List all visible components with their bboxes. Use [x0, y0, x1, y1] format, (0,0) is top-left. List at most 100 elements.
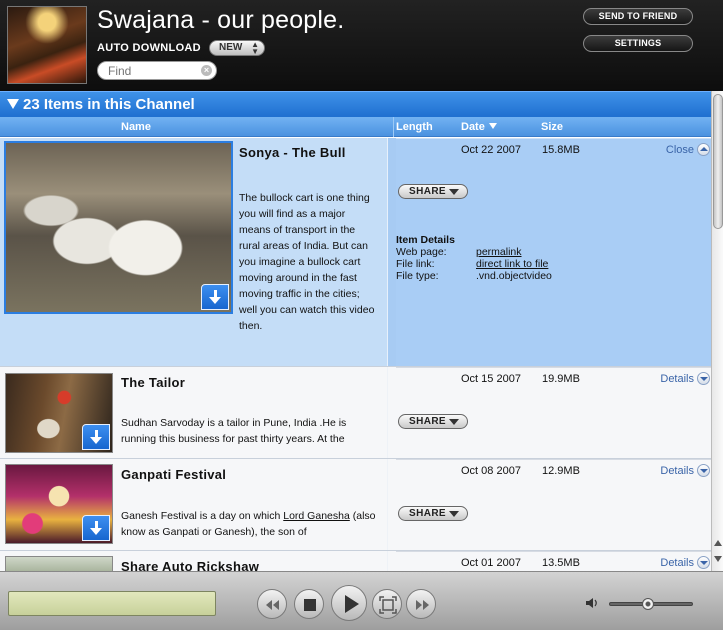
detail-web-page: Web page: permalink	[396, 246, 522, 258]
rewind-button[interactable]	[257, 589, 287, 619]
item-title[interactable]: The Tailor	[121, 375, 185, 390]
column-divider	[387, 138, 388, 366]
item-description: The bullock cart is one thing you will f…	[239, 192, 375, 332]
clear-search-icon[interactable]: ×	[201, 65, 212, 76]
channel-title: Swajana - our people.	[97, 6, 345, 34]
column-header-name[interactable]: Name	[121, 121, 151, 133]
auto-download-select[interactable]: NEW ▲ ▼	[209, 40, 265, 56]
column-divider	[387, 367, 388, 458]
detail-file-link: File link: direct link to file	[396, 258, 548, 270]
chevron-down-icon	[697, 556, 710, 569]
item-size: 12.9MB	[542, 465, 580, 477]
stop-icon	[304, 599, 316, 611]
share-button[interactable]: SHARE	[398, 184, 468, 199]
volume-slider[interactable]	[609, 598, 693, 610]
chevron-down-icon	[697, 372, 710, 385]
search-box[interactable]: ×	[97, 61, 217, 80]
item-date: Oct 15 2007	[461, 373, 521, 385]
channel-items-bar[interactable]: 23 Items in this Channel	[0, 91, 711, 117]
channel-thumbnail	[7, 6, 87, 84]
item-date: Oct 22 2007	[461, 144, 521, 156]
fast-forward-button[interactable]	[406, 589, 436, 619]
detail-label: File link:	[396, 258, 435, 270]
list-item[interactable]: Sonya - The Bull The bullock cart is one…	[0, 138, 711, 367]
column-header-size[interactable]: Size	[541, 121, 563, 133]
item-size: 13.5MB	[542, 557, 580, 569]
item-meta: Oct 15 2007 19.9MB Details SHARE	[396, 367, 711, 458]
video-thumbnail[interactable]	[5, 556, 113, 571]
send-to-friend-button[interactable]: SEND TO FRIEND	[583, 8, 693, 25]
item-details-heading: Item Details	[396, 234, 455, 246]
list-item[interactable]: The Tailor Sudhan Sarvoday is a tailor i…	[0, 367, 711, 459]
rewind-icon	[266, 600, 279, 610]
volume-slider-knob[interactable]	[642, 598, 654, 610]
column-header-length[interactable]: Length	[396, 121, 433, 133]
item-title[interactable]: Ganpati Festival	[121, 467, 226, 482]
vertical-scrollbar[interactable]	[711, 91, 723, 571]
permalink-link[interactable]: permalink	[476, 246, 522, 258]
details-label: Details	[660, 465, 694, 477]
stop-button[interactable]	[294, 589, 324, 619]
detail-label: Web page:	[396, 246, 447, 258]
play-icon	[345, 595, 359, 613]
column-headers: Name Length Date Size	[0, 117, 711, 137]
download-arrow-icon[interactable]	[201, 284, 229, 310]
settings-button[interactable]: SETTINGS	[583, 35, 693, 52]
column-divider	[393, 117, 394, 137]
share-button[interactable]: SHARE	[398, 414, 468, 429]
share-button[interactable]: SHARE	[398, 506, 468, 521]
detail-file-type: File type: .vnd.objectvideo	[396, 270, 552, 282]
video-thumbnail[interactable]	[5, 373, 113, 453]
lord-ganesha-link[interactable]: Lord Ganesha	[283, 510, 350, 522]
chevron-down-icon	[697, 464, 710, 477]
list-item[interactable]: Ganpati Festival Ganesh Festival is a da…	[0, 459, 711, 551]
channel-items-count: 23 Items in this Channel	[23, 96, 195, 113]
file-type-value: .vnd.objectvideo	[476, 270, 552, 282]
item-info: The Tailor Sudhan Sarvoday is a tailor i…	[0, 367, 388, 458]
playback-bar	[0, 571, 723, 630]
playback-display	[8, 591, 216, 616]
select-arrows-icon: ▲ ▼	[251, 40, 259, 56]
details-button[interactable]: Details	[660, 372, 710, 385]
item-title[interactable]: Sonya - The Bull	[239, 145, 346, 160]
download-arrow-icon[interactable]	[82, 424, 110, 450]
item-description: Sudhan Sarvoday is a tailor in Pune, Ind…	[121, 417, 347, 445]
scroll-up-icon[interactable]	[713, 537, 723, 549]
scroll-down-icon[interactable]	[713, 553, 723, 565]
column-header-date[interactable]: Date	[461, 121, 497, 133]
item-meta: Oct 22 2007 15.8MB Close SHARE Item Deta…	[396, 138, 711, 366]
speaker-icon	[585, 597, 599, 612]
details-button[interactable]: Details	[660, 464, 710, 477]
channel-header: Swajana - our people. AUTO DOWNLOAD NEW …	[0, 0, 723, 91]
item-title[interactable]: Share Auto Rickshaw	[121, 559, 259, 571]
item-size: 15.8MB	[542, 144, 580, 156]
list-item[interactable]: Share Auto Rickshaw Oct 01 2007 13.5MB D…	[0, 551, 711, 571]
description-text: Ganesh Festival is a day on which	[121, 510, 284, 522]
item-meta: Oct 08 2007 12.9MB Details SHARE	[396, 459, 711, 550]
play-button[interactable]	[331, 585, 367, 621]
search-input[interactable]	[108, 64, 198, 78]
details-label: Details	[660, 557, 694, 569]
sort-descending-icon	[488, 123, 497, 129]
fullscreen-icon	[379, 596, 397, 614]
fast-forward-icon	[416, 600, 429, 610]
direct-link[interactable]: direct link to file	[476, 258, 548, 270]
item-list: Sonya - The Bull The bullock cart is one…	[0, 138, 711, 571]
scrollbar-thumb[interactable]	[713, 94, 723, 229]
close-details-button[interactable]: Close	[666, 143, 710, 156]
video-thumbnail[interactable]	[5, 464, 113, 544]
download-arrow-icon[interactable]	[82, 515, 110, 541]
auto-download-value: NEW	[219, 42, 243, 53]
details-button[interactable]: Details	[660, 556, 710, 569]
item-info: Share Auto Rickshaw	[0, 551, 388, 571]
column-header-date-label: Date	[461, 121, 485, 133]
disclosure-triangle-icon[interactable]	[7, 99, 19, 109]
item-description: Ganesh Festival is a day on which Lord G…	[121, 508, 379, 545]
video-thumbnail[interactable]	[4, 141, 233, 314]
fullscreen-button[interactable]	[372, 589, 402, 619]
column-divider	[387, 459, 388, 550]
column-divider	[387, 551, 388, 571]
auto-download-label: AUTO DOWNLOAD	[97, 42, 201, 54]
detail-label: File type:	[396, 270, 439, 282]
close-label: Close	[665, 144, 694, 156]
